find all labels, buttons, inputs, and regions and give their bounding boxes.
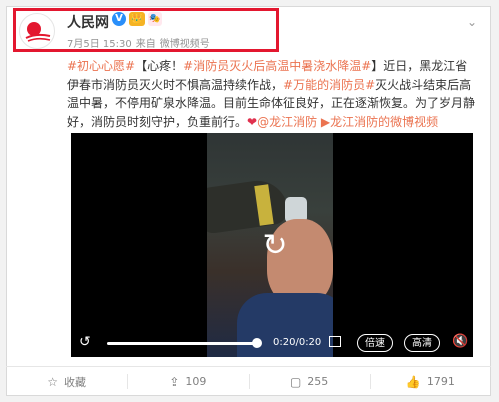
like-count: 1791 [426,375,455,388]
post-actions: ☆ 收藏 ⇪ 109 ▢ 255 👍 1791 [6,367,491,396]
replay-small-icon[interactable]: ↺ [79,334,91,350]
highlight-box [13,8,279,52]
favorite-label: 收藏 [64,375,86,389]
repost-button[interactable]: ⇪ 109 [127,367,248,396]
speed-button[interactable]: 倍速 [357,334,393,352]
post-text: #初心心愿#【心疼！#消防员灭火后高温中暑浇水降温#】近日，黑龙江省伊春市消防员… [67,57,479,131]
progress-bar[interactable] [107,342,257,345]
video-link[interactable]: 龙江消防的微博视频 [330,115,438,129]
hashtag-link[interactable]: #消防员灭火后高温中暑浇水降温# [183,59,371,73]
hashtag-link[interactable]: #初心心愿# [67,59,135,73]
heart-icon: ❤ [247,114,258,129]
star-icon: ☆ [47,374,58,389]
mention-link[interactable]: @龙江消防 [257,115,317,129]
replay-icon[interactable]: ↻ [257,228,293,264]
video-link-icon: ▶ [320,114,331,129]
repost-count: 109 [185,375,207,388]
comment-button[interactable]: ▢ 255 [248,367,370,396]
post-text-segment: 【心疼！ [135,59,184,73]
quality-button[interactable]: 高清 [404,334,440,352]
video-player[interactable]: ↻ ↺ 0:20/0:20 倍速 高清 🔇 [71,133,473,357]
progress-knob[interactable] [252,338,262,348]
video-controls: ↺ 0:20/0:20 倍速 高清 🔇 [71,330,473,357]
pip-icon[interactable] [329,336,341,347]
chevron-down-icon[interactable]: ⌄ [464,14,480,30]
hashtag-link[interactable]: #万能的消防员# [283,78,375,92]
comment-icon: ▢ [289,374,302,389]
comment-count: 255 [307,375,329,388]
thumbs-up-icon: 👍 [405,374,421,389]
video-time: 0:20/0:20 [273,337,322,348]
mute-icon[interactable]: 🔇 [452,334,468,349]
favorite-button[interactable]: ☆ 收藏 [6,367,127,396]
repost-icon: ⇪ [169,374,180,389]
like-button[interactable]: 👍 1791 [369,367,491,396]
